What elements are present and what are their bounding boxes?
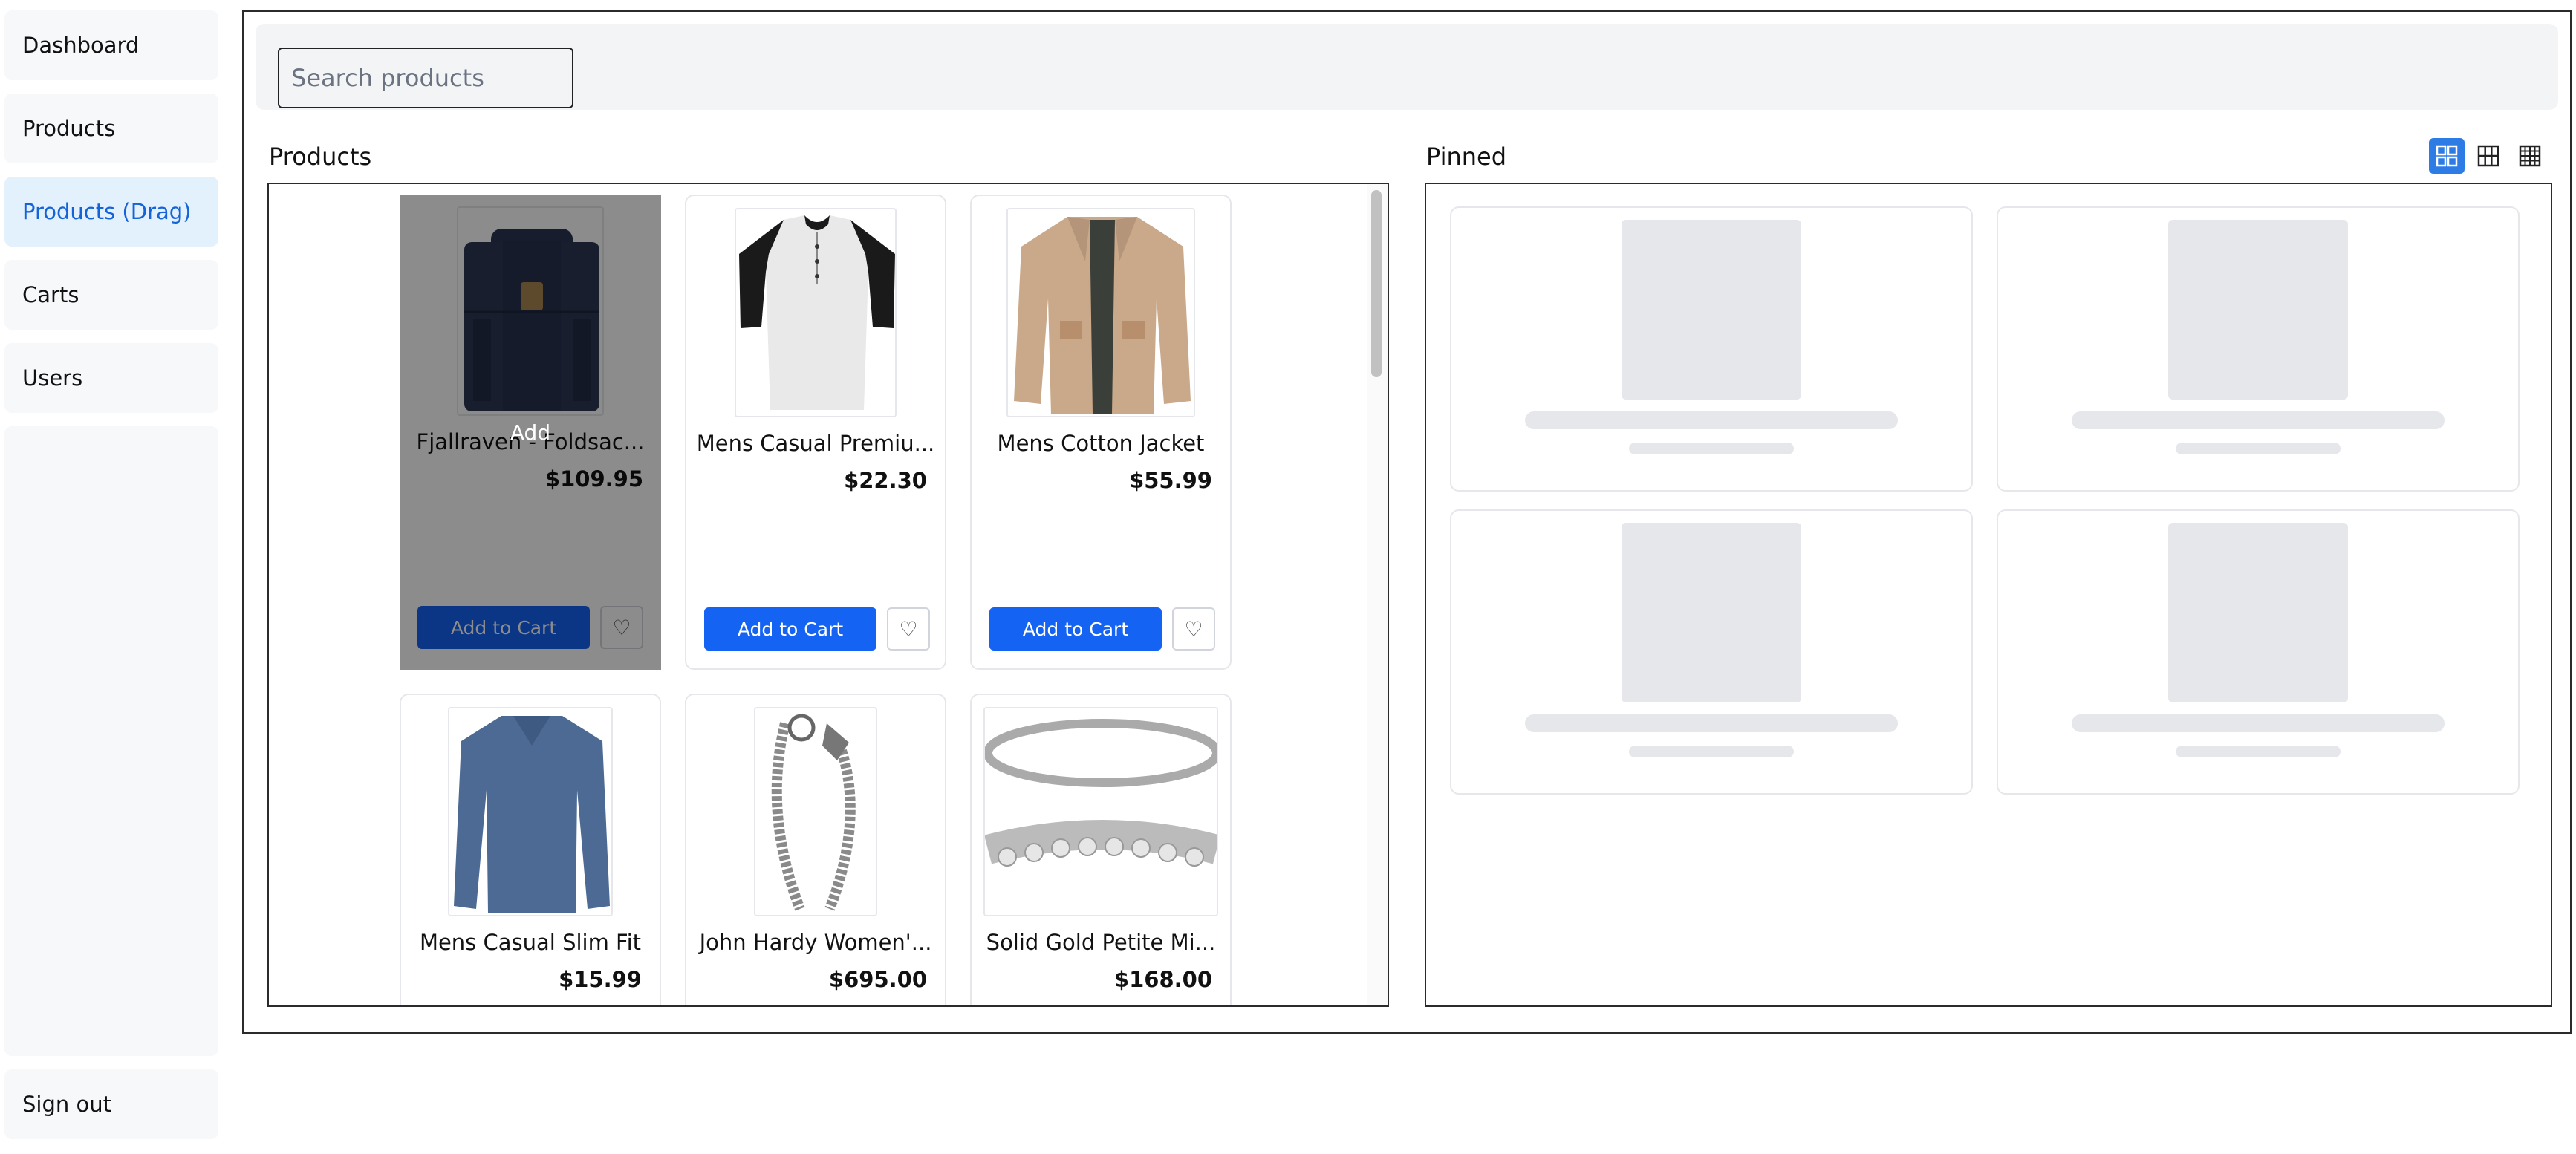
product-name: Solid Gold Petite Mi... [986,930,1216,955]
placeholder-line [2072,411,2445,429]
sidebar: Dashboard Products Products (Drag) Carts… [4,10,218,1139]
product-name: John Hardy Women'... [699,930,932,955]
product-card-dragging[interactable]: Fjallraven - Foldsac... $109.95 Add to C… [400,195,661,670]
sidebar-item-products-drag[interactable]: Products (Drag) [4,177,218,247]
scrollbar[interactable] [1367,184,1388,1005]
drag-hint-label: Add [510,420,551,445]
product-name: Mens Casual Premiu... [696,431,935,456]
product-price: $55.99 [1129,468,1212,493]
pinned-placeholder-card [1997,509,2520,795]
grid-4x4-icon[interactable] [2512,138,2548,174]
product-price: $22.30 [844,468,927,493]
product-card[interactable]: John Hardy Women'... $695.00 [685,694,946,1005]
search-input[interactable] [278,48,573,108]
product-card[interactable]: Solid Gold Petite Mi... $168.00 [970,694,1232,1005]
search-bar [256,24,2558,110]
placeholder-line [2072,714,2445,732]
placeholder-line [1525,714,1898,732]
product-image [983,707,1218,916]
placeholder-image [2168,220,2348,400]
grid-3x3-icon[interactable] [2471,138,2506,174]
placeholder-image [1622,523,1801,702]
sidebar-item-label: Users [22,365,83,391]
product-image [1006,208,1195,417]
placeholder-line [1629,443,1794,454]
product-card[interactable]: Mens Cotton Jacket $55.99 Add to Cart ♡ [970,195,1232,670]
placeholder-line [2176,746,2341,757]
placeholder-line [1525,411,1898,429]
sidebar-item-users[interactable]: Users [4,343,218,413]
product-price: $695.00 [828,967,927,992]
main-panel: Products Pinned [242,10,2572,1034]
heart-icon[interactable]: ♡ [1172,607,1215,651]
sidebar-item-label: Products [22,116,116,141]
placeholder-image [1622,220,1801,400]
scrollbar-thumb[interactable] [1371,190,1382,377]
pinned-section-title: Pinned [1426,143,1507,171]
sidebar-spacer [4,426,218,1056]
sidebar-item-label: Dashboard [22,33,140,58]
grid-2x2-icon[interactable] [2429,138,2465,174]
placeholder-line [2176,443,2341,454]
add-to-cart-button[interactable]: Add to Cart [704,607,876,651]
products-section-title: Products [269,143,372,171]
product-name: Mens Casual Slim Fit [419,930,642,955]
sidebar-item-label: Products (Drag) [22,199,192,224]
heart-icon[interactable]: ♡ [887,607,930,651]
sidebar-item-label: Carts [22,282,79,307]
product-image [448,707,613,916]
product-name: Mens Cotton Jacket [997,431,1205,456]
pinned-placeholder-card [1450,509,1973,795]
sidebar-item-products[interactable]: Products [4,94,218,163]
placeholder-line [1629,746,1794,757]
product-price: $15.99 [559,967,642,992]
product-card[interactable]: Mens Casual Premiu... $22.30 Add to Cart… [685,195,946,670]
sign-out-label: Sign out [22,1092,111,1117]
sidebar-item-dashboard[interactable]: Dashboard [4,10,218,80]
sidebar-item-carts[interactable]: Carts [4,260,218,330]
pinned-placeholder-card [1997,206,2520,492]
sign-out-button[interactable]: Sign out [4,1069,218,1139]
product-card[interactable]: Mens Casual Slim Fit $15.99 [400,694,661,1005]
placeholder-image [2168,523,2348,702]
pinned-placeholder-card [1450,206,1973,492]
pinned-drop-zone[interactable] [1425,183,2552,1007]
add-to-cart-button[interactable]: Add to Cart [989,607,1162,651]
view-toggle-group [2429,138,2548,174]
product-price: $168.00 [1113,967,1212,992]
product-image [735,208,897,417]
product-image [754,707,877,916]
products-grid[interactable]: Fjallraven - Foldsac... $109.95 Add to C… [267,183,1389,1007]
